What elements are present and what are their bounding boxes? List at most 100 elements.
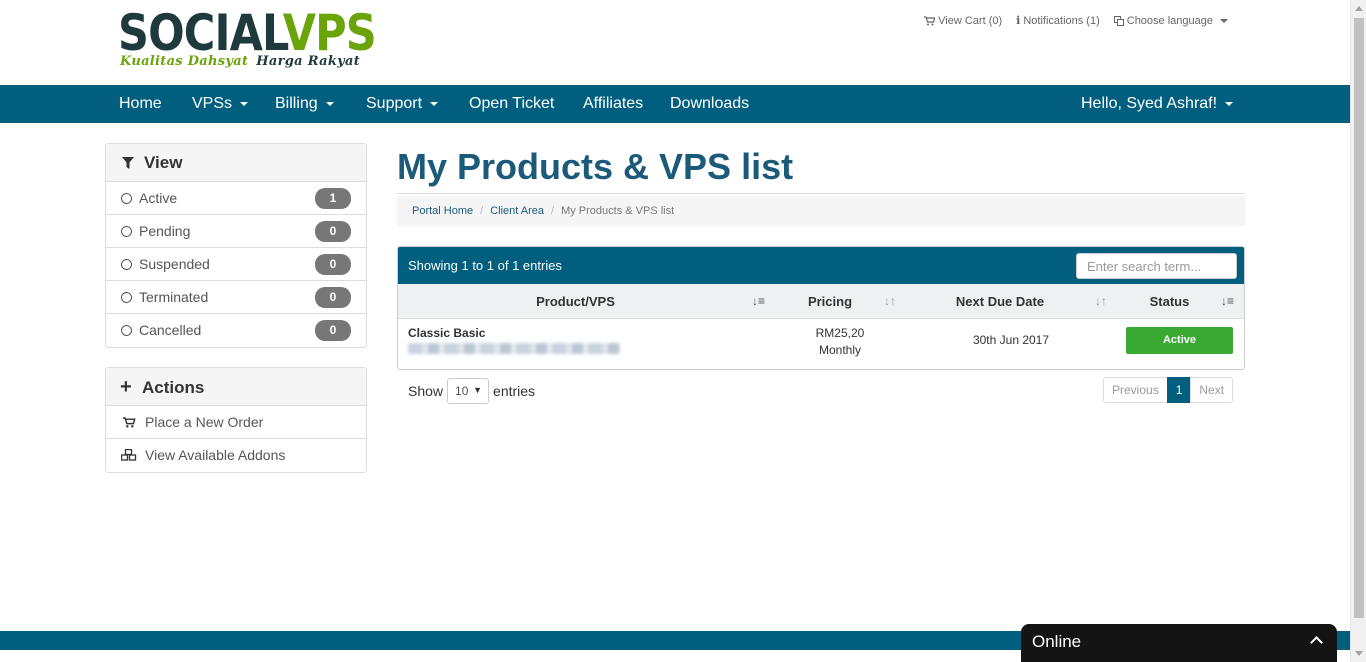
filter-label: Cancelled bbox=[139, 322, 202, 338]
actions-panel-title: Actions bbox=[142, 378, 205, 397]
billing-cycle: Monthly bbox=[818, 343, 862, 357]
nav-downloads[interactable]: Downloads bbox=[670, 85, 749, 123]
scroll-down-arrow-icon[interactable] bbox=[1355, 651, 1363, 656]
view-available-addons-link[interactable]: View Available Addons bbox=[106, 439, 366, 472]
view-panel-title: View bbox=[144, 153, 183, 172]
breadcrumb-separator: / bbox=[480, 205, 484, 217]
status-badge: Active bbox=[1126, 327, 1233, 354]
view-cart-label: View Cart (0) bbox=[938, 14, 1003, 27]
search-input[interactable] bbox=[1076, 253, 1237, 279]
column-header-pricing[interactable]: Pricing bbox=[788, 284, 872, 319]
pagination-previous[interactable]: Previous bbox=[1103, 377, 1168, 403]
filter-label: Active bbox=[139, 190, 178, 206]
cart-icon bbox=[122, 417, 136, 428]
column-label: Next Due Date bbox=[955, 294, 1045, 309]
caret-down-icon bbox=[1225, 101, 1234, 106]
nav-vpss[interactable]: VPSs bbox=[192, 85, 249, 123]
nav-open-ticket-label: Open Ticket bbox=[469, 95, 555, 112]
notifications-label: Notifications (1) bbox=[1023, 14, 1100, 27]
caret-down-icon bbox=[325, 101, 334, 106]
tagline-part2: Harga Rakyat bbox=[256, 54, 361, 69]
title-divider bbox=[397, 193, 1245, 194]
count-badge: 0 bbox=[315, 254, 351, 275]
logo-wordmark: SOCIALVPS bbox=[118, 6, 377, 60]
notifications-link[interactable]: i Notifications (1) bbox=[1016, 14, 1100, 27]
actions-panel: + Actions Place a New Order View Availabl… bbox=[105, 367, 367, 473]
caret-down-icon bbox=[430, 101, 439, 106]
sort-asc-icon: ↓≡ bbox=[752, 294, 766, 308]
nav-support[interactable]: Support bbox=[366, 85, 439, 123]
product-pricing: RM25,20 Monthly bbox=[790, 325, 890, 359]
header: SOCIALVPS Kualitas Dahsyat Harga Rakyat V… bbox=[0, 0, 1350, 85]
logo[interactable]: SOCIALVPS Kualitas Dahsyat Harga Rakyat bbox=[118, 6, 418, 69]
column-header-product[interactable]: Product/VPS bbox=[398, 284, 753, 319]
plus-icon: + bbox=[120, 376, 132, 398]
product-name[interactable]: Classic Basic bbox=[408, 326, 485, 340]
nav-affiliates-label: Affiliates bbox=[583, 95, 644, 112]
breadcrumb-separator: / bbox=[551, 205, 555, 217]
breadcrumb: Portal Home / Client Area / My Products & VP… bbox=[397, 196, 1245, 226]
main-navbar: Home VPSs Billing Support Open Ticket Af… bbox=[0, 85, 1350, 123]
pagination-next[interactable]: Next bbox=[1190, 377, 1234, 403]
column-header-status[interactable]: Status bbox=[1131, 284, 1208, 319]
nav-open-ticket[interactable]: Open Ticket bbox=[469, 85, 554, 123]
actions-panel-header: + Actions bbox=[106, 368, 366, 406]
table-column-headers: Product/VPS ↓≡ Pricing ↓↑ Next Due Date … bbox=[398, 284, 1244, 319]
filter-cancelled[interactable]: Cancelled 0 bbox=[106, 314, 366, 347]
language-icon bbox=[1113, 15, 1124, 26]
radio-icon bbox=[121, 325, 132, 336]
pagination: Previous 1 Next bbox=[1103, 377, 1234, 403]
action-label: Place a New Order bbox=[145, 414, 264, 430]
table-info: Showing 1 to 1 of 1 entries bbox=[408, 258, 562, 273]
table-row[interactable]: Classic Basic RM25,20 Monthly 30th Jun 2… bbox=[398, 319, 1244, 369]
nav-vpss-label: VPSs bbox=[192, 95, 233, 112]
radio-icon bbox=[121, 193, 132, 204]
count-badge: 0 bbox=[315, 287, 351, 308]
column-label: Status bbox=[1149, 294, 1190, 309]
radio-icon bbox=[121, 292, 132, 303]
sort-both-icon: ↓↑ bbox=[884, 294, 896, 308]
entries-select-value: 10 bbox=[455, 384, 469, 398]
radio-icon bbox=[121, 226, 132, 237]
show-label: Show bbox=[408, 383, 444, 399]
nav-home[interactable]: Home bbox=[119, 85, 162, 123]
chevron-up-icon bbox=[1310, 636, 1323, 649]
filter-pending[interactable]: Pending 0 bbox=[106, 215, 366, 248]
logo-tagline: Kualitas Dahsyat Harga Rakyat bbox=[120, 54, 360, 69]
products-table: Showing 1 to 1 of 1 entries Product/VPS … bbox=[397, 246, 1245, 370]
nav-user-menu[interactable]: Hello, Syed Ashraf! bbox=[1081, 85, 1234, 123]
view-cart-link[interactable]: View Cart (0) bbox=[924, 14, 1002, 27]
filter-suspended[interactable]: Suspended 0 bbox=[106, 248, 366, 281]
nav-home-label: Home bbox=[119, 95, 162, 112]
filter-terminated[interactable]: Terminated 0 bbox=[106, 281, 366, 314]
filter-icon bbox=[122, 157, 134, 169]
filter-label: Pending bbox=[139, 223, 191, 239]
pagination-page-1[interactable]: 1 bbox=[1166, 377, 1192, 403]
filter-active[interactable]: Active 1 bbox=[106, 182, 366, 215]
table-length-control: Show 10 ▼ entries bbox=[408, 378, 535, 404]
breadcrumb-portal-home[interactable]: Portal Home bbox=[412, 205, 473, 217]
column-header-due-date[interactable]: Next Due Date bbox=[942, 284, 1058, 319]
page-scrollbar[interactable] bbox=[1350, 0, 1366, 662]
nav-billing[interactable]: Billing bbox=[275, 85, 334, 123]
scroll-up-arrow-icon[interactable] bbox=[1355, 6, 1363, 11]
choose-language-dropdown[interactable]: Choose language bbox=[1113, 14, 1228, 27]
scrollbar-thumb[interactable] bbox=[1354, 18, 1364, 618]
sort-asc-icon: ↓≡ bbox=[1221, 294, 1235, 308]
place-new-order-link[interactable]: Place a New Order bbox=[106, 406, 366, 439]
entries-select[interactable]: 10 ▼ bbox=[447, 378, 490, 404]
nav-affiliates[interactable]: Affiliates bbox=[583, 85, 643, 123]
tagline-part1: Kualitas Dahsyat bbox=[120, 54, 249, 69]
breadcrumb-client-area[interactable]: Client Area bbox=[490, 205, 544, 217]
table-header-bar: Showing 1 to 1 of 1 entries bbox=[398, 247, 1244, 284]
info-icon: i bbox=[1016, 14, 1021, 27]
cart-icon bbox=[924, 15, 936, 25]
caret-down-icon bbox=[1220, 18, 1228, 23]
action-label: View Available Addons bbox=[145, 447, 286, 463]
breadcrumb-current: My Products & VPS list bbox=[561, 205, 675, 217]
live-chat-widget[interactable]: Online bbox=[1021, 624, 1337, 662]
column-label: Pricing bbox=[807, 294, 853, 309]
next-due-date: 30th Jun 2017 bbox=[972, 333, 1050, 347]
nav-downloads-label: Downloads bbox=[670, 95, 750, 112]
count-badge: 0 bbox=[315, 221, 351, 242]
